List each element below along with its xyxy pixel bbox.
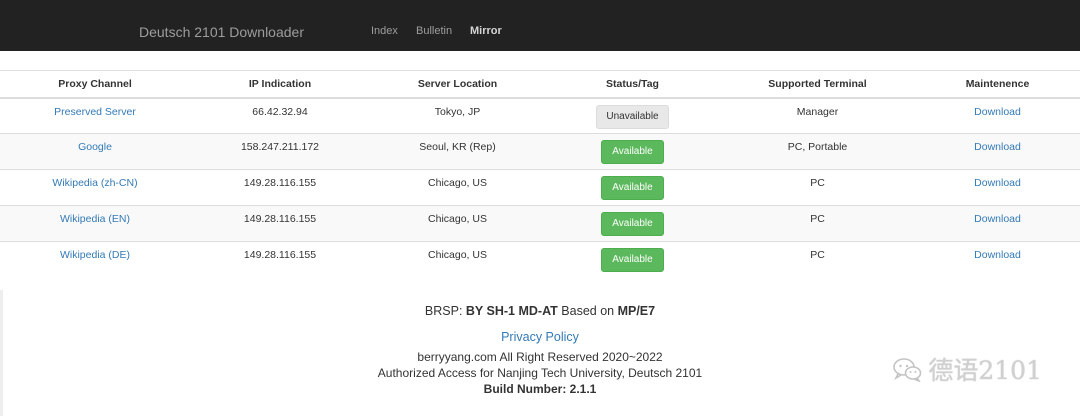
- mirror-table: Proxy Channel IP Indication Server Locat…: [0, 70, 1080, 278]
- download-link[interactable]: Download: [974, 213, 1021, 225]
- cell-status: Available: [545, 205, 720, 242]
- table-row: Google 158.247.211.172 Seoul, KR (Rep) A…: [0, 133, 1080, 170]
- cell-ip: 149.28.116.155: [190, 169, 370, 206]
- cell-channel: Wikipedia (zh-CN): [0, 169, 190, 206]
- cell-ip: 158.247.211.172: [190, 133, 370, 170]
- watermark: 德语2101: [892, 352, 1042, 386]
- cell-channel: Google: [0, 133, 190, 170]
- cell-terminal: PC: [720, 169, 915, 206]
- download-link[interactable]: Download: [974, 177, 1021, 189]
- navbar: Deutsch 2101 Downloader Index Bulletin M…: [0, 0, 1080, 51]
- cell-location: Seoul, KR (Rep): [370, 133, 545, 170]
- cell-location: Chicago, US: [370, 205, 545, 242]
- cell-terminal: PC: [720, 205, 915, 242]
- cell-ip: 66.42.32.94: [190, 97, 370, 134]
- table-row: Wikipedia (DE) 149.28.116.155 Chicago, U…: [0, 241, 1080, 278]
- cell-action: Download: [915, 169, 1080, 206]
- channel-link[interactable]: Preserved Server: [54, 106, 136, 118]
- cell-terminal: Manager: [720, 97, 915, 134]
- header-proxy-channel: Proxy Channel: [0, 70, 190, 99]
- status-badge-unavailable[interactable]: Unavailable: [596, 104, 669, 129]
- header-supported-terminal: Supported Terminal: [720, 70, 915, 99]
- cell-action: Download: [915, 133, 1080, 170]
- channel-link[interactable]: Google: [78, 141, 112, 153]
- cell-action: Download: [915, 205, 1080, 242]
- header-maintenence: Maintenence: [915, 70, 1080, 99]
- channel-link[interactable]: Wikipedia (EN): [60, 213, 130, 225]
- cell-location: Tokyo, JP: [370, 97, 545, 134]
- wechat-icon: [893, 358, 922, 382]
- cell-location: Chicago, US: [370, 241, 545, 278]
- table-row: Wikipedia (zh-CN) 149.28.116.155 Chicago…: [0, 169, 1080, 206]
- cell-channel: Preserved Server: [0, 97, 190, 134]
- brand-title[interactable]: Deutsch 2101 Downloader: [139, 22, 304, 42]
- brsp-line: BRSP: BY SH-1 MD-AT Based on MP/E7: [0, 304, 1080, 318]
- cell-location: Chicago, US: [370, 169, 545, 206]
- brsp-prefix: BRSP:: [424, 304, 466, 318]
- cell-status: Available: [545, 169, 720, 206]
- cell-action: Download: [915, 241, 1080, 278]
- download-link[interactable]: Download: [974, 141, 1021, 153]
- brsp-code: BY SH-1 MD-AT: [465, 304, 558, 318]
- table-row: Preserved Server 66.42.32.94 Tokyo, JP U…: [0, 97, 1080, 134]
- brsp-base: MP/E7: [617, 304, 656, 318]
- privacy-policy-link[interactable]: Privacy Policy: [0, 330, 1080, 344]
- channel-link[interactable]: Wikipedia (DE): [60, 249, 130, 261]
- cell-action: Download: [915, 97, 1080, 134]
- nav-link-index[interactable]: Index: [371, 23, 398, 39]
- header-status-tag: Status/Tag: [545, 70, 720, 99]
- status-badge-available[interactable]: Available: [601, 140, 664, 164]
- cell-channel: Wikipedia (DE): [0, 241, 190, 278]
- cell-status: Available: [545, 133, 720, 170]
- cell-ip: 149.28.116.155: [190, 241, 370, 278]
- watermark-text: 德语2101: [928, 356, 1042, 385]
- cell-terminal: PC, Portable: [720, 133, 915, 170]
- table-row: Wikipedia (EN) 149.28.116.155 Chicago, U…: [0, 205, 1080, 242]
- header-ip-indication: IP Indication: [190, 70, 370, 99]
- status-badge-available[interactable]: Available: [601, 248, 664, 272]
- header-server-location: Server Location: [370, 70, 545, 99]
- status-badge-available[interactable]: Available: [601, 212, 664, 236]
- cell-terminal: PC: [720, 241, 915, 278]
- channel-link[interactable]: Wikipedia (zh-CN): [52, 177, 137, 189]
- table-header-row: Proxy Channel IP Indication Server Locat…: [0, 70, 1080, 99]
- download-link[interactable]: Download: [974, 106, 1021, 118]
- mirror-table-container: Proxy Channel IP Indication Server Locat…: [0, 70, 1080, 278]
- download-link[interactable]: Download: [974, 249, 1021, 261]
- status-badge-available[interactable]: Available: [601, 176, 664, 200]
- cell-status: Available: [545, 241, 720, 278]
- cell-status: Unavailable: [545, 97, 720, 134]
- brsp-mid: Based on: [557, 304, 618, 318]
- cell-channel: Wikipedia (EN): [0, 205, 190, 242]
- nav-link-bulletin[interactable]: Bulletin: [416, 23, 452, 39]
- cell-ip: 149.28.116.155: [190, 205, 370, 242]
- nav-link-mirror[interactable]: Mirror: [470, 23, 502, 39]
